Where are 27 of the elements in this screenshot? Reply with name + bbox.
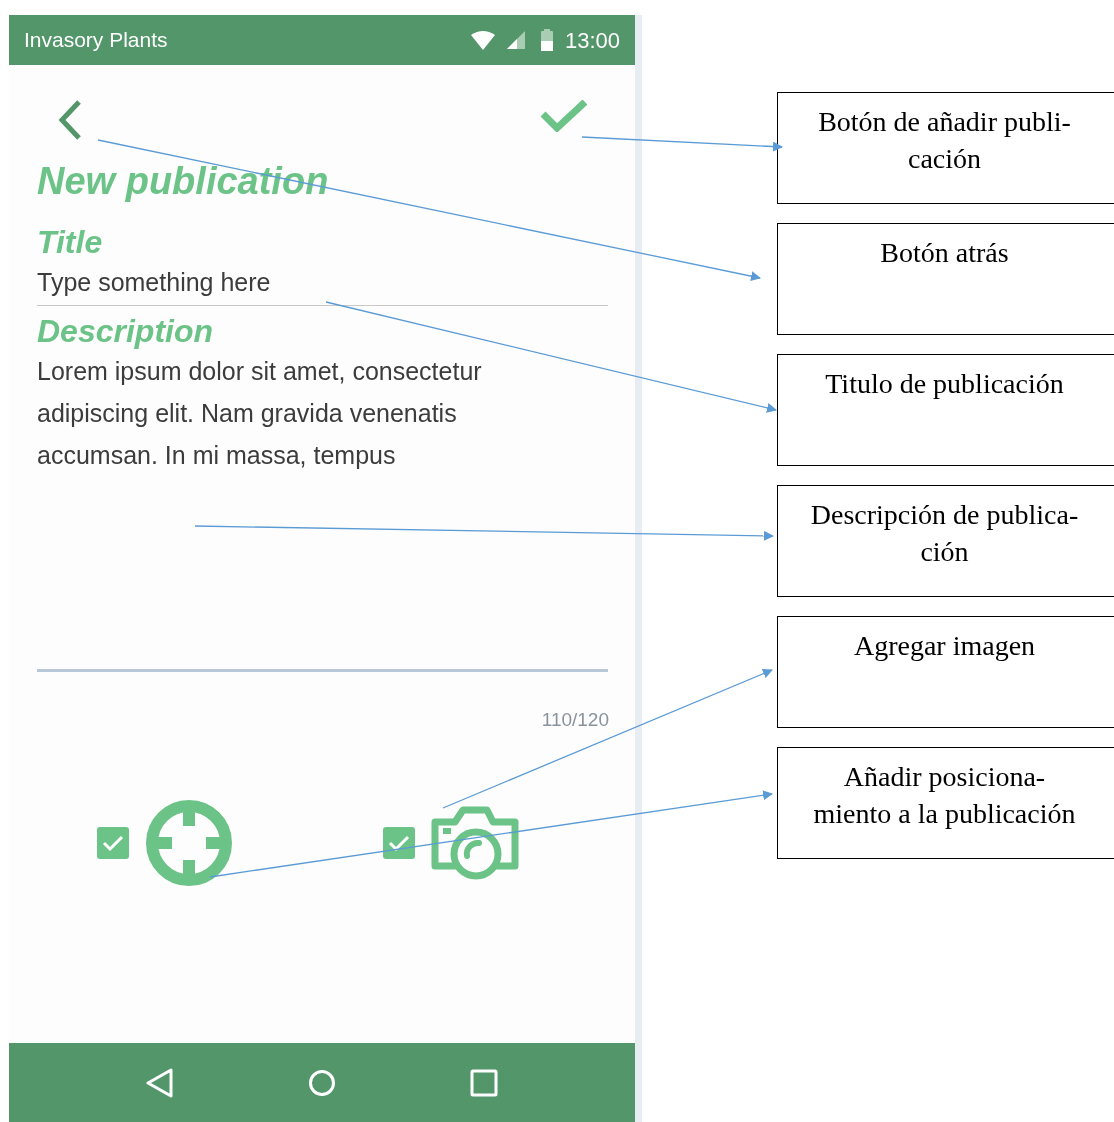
- wifi-icon: [470, 30, 495, 50]
- battery-icon: [540, 29, 553, 51]
- title-label: Title: [37, 224, 104, 260]
- annotation-text: Añadir posiciona- miento a la publicación: [813, 760, 1076, 831]
- page-heading: New publication: [37, 159, 330, 204]
- checkmark-icon: [102, 834, 124, 851]
- signal-icon: [506, 31, 525, 49]
- clock: 13:00: [564, 26, 620, 55]
- checkbox[interactable]: [383, 826, 415, 859]
- annotation-text: Agregar imagen: [853, 629, 1036, 663]
- annotation-text: Botón atrás: [880, 236, 1009, 270]
- annotation-text: Descripción de publica- ción: [810, 498, 1079, 569]
- description-field[interactable]: Lorem ipsum dolor sit amet, consectetur adipiscing elit. Nam gravida venenatis accumsan. In mi massa, tempus: [37, 350, 608, 672]
- crosshair-icon[interactable]: [145, 798, 233, 887]
- description-label: Description: [37, 312, 215, 350]
- annotation-text: Titulo de publicación: [825, 367, 1064, 401]
- annotation-text: Botón de añadir publi- cación: [818, 105, 1071, 176]
- confirm-button[interactable]: [541, 100, 587, 132]
- title-field[interactable]: Type something here: [37, 260, 608, 306]
- back-button[interactable]: [57, 100, 83, 140]
- back-triangle-icon[interactable]: [146, 1067, 174, 1098]
- square-icon[interactable]: [470, 1068, 498, 1097]
- checkbox[interactable]: [97, 826, 129, 859]
- home-circle-icon[interactable]: [308, 1068, 336, 1097]
- character-counter: 110/120: [541, 708, 609, 732]
- checkmark-icon: [388, 834, 410, 851]
- app-title: Invasory Plants: [24, 27, 168, 54]
